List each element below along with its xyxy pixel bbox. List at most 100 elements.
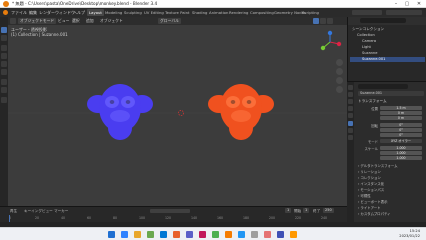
taskbar-app-icon[interactable] xyxy=(212,231,219,238)
start-frame-field[interactable]: 1 xyxy=(303,208,310,213)
menu-select[interactable]: 選択 xyxy=(70,18,82,24)
taskbar-app-icon[interactable] xyxy=(264,231,271,238)
rotation-z-field[interactable]: 0° xyxy=(380,133,422,137)
rotation-mode-dropdown[interactable]: XYZ オイラー xyxy=(380,139,422,143)
maximize-button[interactable]: ▢ xyxy=(403,1,411,7)
menu-render[interactable]: レンダー xyxy=(39,10,55,15)
taskbar-app-icon[interactable] xyxy=(147,231,154,238)
cursor-tool-icon[interactable] xyxy=(1,35,7,41)
outliner-row[interactable]: Camera xyxy=(350,39,425,44)
pan-hand-icon[interactable] xyxy=(336,68,343,75)
minimize-button[interactable]: – xyxy=(392,1,400,7)
transform-orientation-dropdown[interactable]: グローバル xyxy=(158,18,181,24)
shading-rendered-button[interactable] xyxy=(327,18,333,24)
taskbar-app-icon[interactable] xyxy=(277,231,284,238)
scale-tool-icon[interactable] xyxy=(1,61,7,67)
taskbar-app-icon[interactable] xyxy=(290,231,297,238)
shading-material-button[interactable] xyxy=(320,18,326,24)
outliner-row[interactable]: Light xyxy=(350,45,425,50)
taskbar-app-icon[interactable] xyxy=(238,231,245,238)
menu-object[interactable]: オブジェクト xyxy=(98,18,125,24)
monkey-mesh-1[interactable] xyxy=(87,84,153,140)
taskbar-app-icon[interactable] xyxy=(108,231,115,238)
workspace-tab-sculpting[interactable]: Sculpting xyxy=(122,9,144,16)
grid-perspective-icon[interactable] xyxy=(336,86,343,93)
workspace-tab-texture-paint[interactable]: Texture Paint xyxy=(163,9,192,16)
add-cube-tool-icon[interactable] xyxy=(1,97,7,103)
properties-section-header[interactable]: › リレーション xyxy=(358,170,381,175)
properties-section-header[interactable]: › 可視性 xyxy=(358,194,371,199)
transform-section-header[interactable]: トランスフォーム xyxy=(358,99,387,104)
end-frame-field[interactable]: 250 xyxy=(323,208,334,213)
taskbar-app-icon[interactable] xyxy=(160,231,167,238)
properties-section-header[interactable]: › カスタムプロパティ xyxy=(358,212,391,217)
scale-z-field[interactable]: 1.000 xyxy=(380,156,422,160)
rotation-x-field[interactable]: 0° xyxy=(380,123,422,127)
taskbar-app-icon[interactable] xyxy=(225,231,232,238)
monkey-mesh-2[interactable] xyxy=(208,84,274,140)
taskbar-app-icon[interactable] xyxy=(199,231,206,238)
scene-properties-tab-icon[interactable] xyxy=(348,106,353,111)
scale-x-field[interactable]: 1.000 xyxy=(380,146,422,150)
object-properties-tab-icon[interactable] xyxy=(348,121,353,126)
location-y-field[interactable]: 0 m xyxy=(380,111,422,115)
location-z-field[interactable]: 0 m xyxy=(380,116,422,120)
properties-section-header[interactable]: › コレクション xyxy=(358,176,381,181)
camera-view-icon[interactable] xyxy=(336,77,343,84)
outliner-row[interactable]: Suzanne.001 xyxy=(350,57,425,62)
taskbar-app-icon[interactable] xyxy=(173,231,180,238)
menu-window[interactable]: ウィンドウ xyxy=(55,10,75,15)
object-name-field[interactable]: Suzanne.001 xyxy=(358,91,424,96)
properties-section-header[interactable]: › ビューポート表示 xyxy=(358,200,388,205)
shading-solid-button[interactable] xyxy=(313,18,319,24)
close-button[interactable]: ✕ xyxy=(415,1,423,7)
outliner-row[interactable]: Collection xyxy=(350,33,425,38)
menu-marker[interactable]: マーカー xyxy=(54,209,68,214)
tool-properties-tab-icon[interactable] xyxy=(348,85,353,90)
view-layer-selector[interactable] xyxy=(386,10,422,15)
zoom-icon[interactable] xyxy=(336,59,343,66)
output-properties-tab-icon[interactable] xyxy=(348,99,353,104)
workspace-tab-rendering[interactable]: Rendering xyxy=(227,9,250,16)
editor-type-icon[interactable] xyxy=(10,18,16,24)
outliner-search-input[interactable] xyxy=(360,18,406,23)
taskbar-app-icon[interactable] xyxy=(186,231,193,238)
scene-selector[interactable] xyxy=(352,10,382,15)
taskbar-app-icon[interactable] xyxy=(121,231,128,238)
menu-keying[interactable]: キーイング xyxy=(24,209,42,214)
workspace-tab-scripting[interactable]: Scripting xyxy=(300,9,321,16)
menu-add[interactable]: 追加 xyxy=(84,18,96,24)
properties-section-header[interactable]: › インスタンス化 xyxy=(358,182,384,187)
taskbar-app-icon[interactable] xyxy=(134,231,141,238)
transform-tool-icon[interactable] xyxy=(1,69,7,75)
rotation-y-field[interactable]: 0° xyxy=(380,128,422,132)
annotate-tool-icon[interactable] xyxy=(1,79,7,85)
taskbar-clock[interactable]: 15:24 2023/01/22 xyxy=(399,229,420,239)
render-properties-tab-icon[interactable] xyxy=(348,92,353,97)
material-properties-tab-icon[interactable] xyxy=(348,135,353,140)
playback-controls[interactable] xyxy=(150,209,190,213)
properties-section-header[interactable]: › ライトアート xyxy=(358,206,381,211)
menu-edit[interactable]: 編集 xyxy=(29,10,37,15)
navigation-gizmo[interactable] xyxy=(317,29,343,55)
blender-menu-icon[interactable] xyxy=(3,10,8,15)
menu-playback[interactable]: 再生 xyxy=(10,209,17,214)
scale-y-field[interactable]: 1.000 xyxy=(380,151,422,155)
move-tool-icon[interactable] xyxy=(1,45,7,51)
modifier-properties-tab-icon[interactable] xyxy=(348,128,353,133)
outliner-row[interactable]: シーンコレクション xyxy=(350,27,425,32)
taskbar-app-icon[interactable] xyxy=(251,231,258,238)
mode-dropdown[interactable]: オブジェクトモード xyxy=(18,18,57,24)
world-properties-tab-icon[interactable] xyxy=(348,113,353,118)
outliner-row[interactable]: Suzanne xyxy=(350,51,425,56)
properties-section-header[interactable]: › モーションパス xyxy=(358,188,384,193)
rotate-tool-icon[interactable] xyxy=(1,53,7,59)
3d-viewport[interactable]: ユーザー・透視投影 (1) Collection | Suzanne.001 xyxy=(8,25,347,206)
menu-help[interactable]: ヘルプ xyxy=(73,10,85,15)
menu-file[interactable]: ファイル xyxy=(11,10,27,15)
current-frame-field[interactable]: 1 xyxy=(285,208,292,213)
select-box-tool-icon[interactable] xyxy=(1,27,7,33)
properties-section-header[interactable]: › デルタトランスフォーム xyxy=(358,164,398,169)
location-x-field[interactable]: 1.5 m xyxy=(380,106,422,110)
menu-timeline-view[interactable]: ビュー xyxy=(42,209,53,214)
